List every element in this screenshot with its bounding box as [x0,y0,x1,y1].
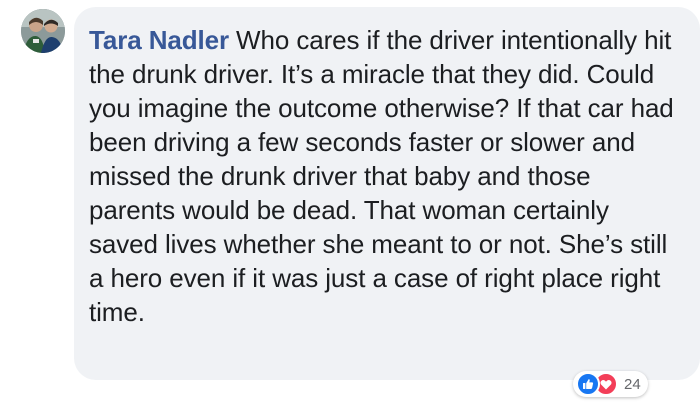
comment-bubble: Tara Nadler Who cares if the driver inten… [74,7,700,380]
reactions-summary[interactable]: 24 [573,371,648,397]
comment-body: Tara Nadler Who cares if the driver inten… [89,23,680,329]
avatar[interactable] [21,9,65,53]
comment-text: Who cares if the driver intentionally hi… [89,25,674,327]
reaction-count: 24 [624,375,641,393]
like-icon [576,372,600,396]
comment-author-link[interactable]: Tara Nadler [89,25,229,55]
